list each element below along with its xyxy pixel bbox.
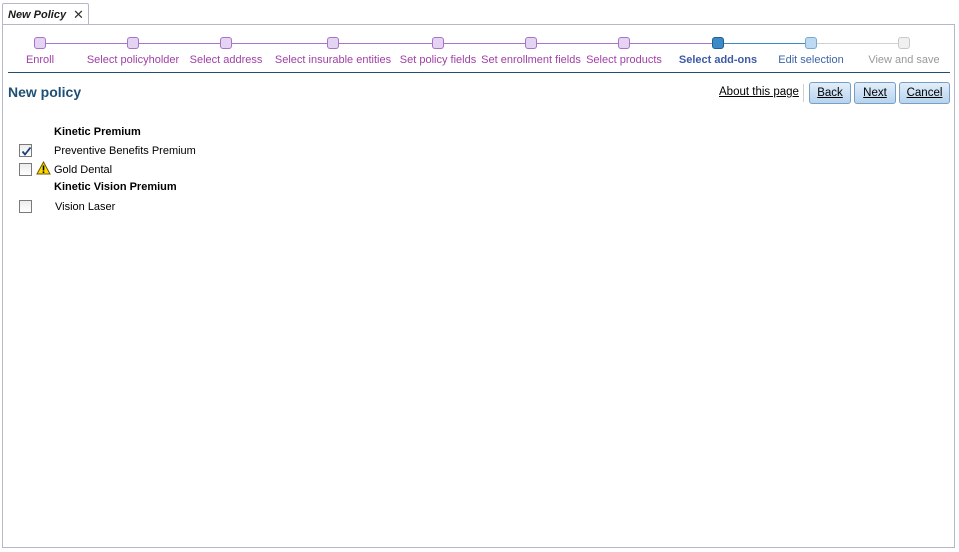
wizard-step-marker[interactable]: [34, 37, 46, 49]
wizard-step-label[interactable]: Set enrollment fields: [481, 54, 581, 66]
wizard-connector: [226, 43, 333, 44]
wizard-connector: [531, 43, 624, 44]
wizard-step-marker[interactable]: [898, 37, 910, 49]
addon-label: Vision Laser: [55, 201, 116, 213]
wizard-step-marker[interactable]: [525, 37, 537, 49]
wizard-step-marker[interactable]: [220, 37, 232, 49]
page-title: New policy: [8, 84, 82, 100]
back-button[interactable]: Back: [809, 82, 851, 104]
addon-checkbox-preventive-benefits[interactable]: [19, 144, 32, 157]
addon-checkbox-gold-dental[interactable]: [19, 163, 32, 176]
wizard-step-label[interactable]: Select address: [190, 54, 263, 66]
addon-label: Gold Dental: [54, 164, 113, 176]
toolbar-divider: [803, 84, 804, 102]
wizard-step-marker[interactable]: [432, 37, 444, 49]
wizard-connector: [811, 43, 904, 44]
next-button[interactable]: Next: [854, 82, 896, 104]
wizard-step-label[interactable]: Select add-ons: [679, 54, 757, 66]
wizard-step-label[interactable]: Set policy fields: [400, 54, 476, 66]
wizard-step-label[interactable]: View and save: [868, 54, 939, 66]
about-this-page-link[interactable]: About this page: [719, 86, 799, 98]
wizard-steps: Enroll Select policyholder Select address S…: [3, 25, 954, 73]
wizard-connector: [40, 43, 133, 44]
cancel-button[interactable]: Cancel: [899, 82, 950, 104]
tab-strip: New Policy ✕: [0, 0, 959, 25]
checkmark-icon: [21, 146, 32, 156]
tab-new-policy[interactable]: New Policy ✕: [2, 3, 89, 25]
wizard-connector: [133, 43, 226, 44]
wizard-connector: [333, 43, 438, 44]
next-button-label: Next: [863, 87, 887, 99]
header-divider: [8, 72, 950, 73]
warning-icon: [36, 161, 51, 175]
wizard-connector: [624, 43, 718, 44]
wizard-connector: [718, 43, 811, 44]
wizard-step-label[interactable]: Select insurable entities: [275, 54, 391, 66]
addon-checkbox-vision-laser[interactable]: [19, 200, 32, 213]
back-button-label: Back: [817, 87, 843, 99]
group-title: Kinetic Vision Premium: [54, 181, 177, 193]
close-icon[interactable]: ✕: [73, 7, 84, 23]
wizard-panel: Enroll Select policyholder Select address S…: [2, 24, 955, 548]
addon-label: Preventive Benefits Premium: [54, 145, 196, 157]
wizard-step-label[interactable]: Select products: [586, 54, 662, 66]
wizard-step-label[interactable]: Enroll: [26, 54, 54, 66]
wizard-step-label[interactable]: Select policyholder: [87, 54, 179, 66]
wizard-step-marker[interactable]: [805, 37, 817, 49]
wizard-step-marker[interactable]: [712, 37, 724, 49]
wizard-step-marker[interactable]: [327, 37, 339, 49]
wizard-connector: [438, 43, 531, 44]
tab-title: New Policy: [8, 9, 67, 21]
wizard-step-marker[interactable]: [618, 37, 630, 49]
cancel-button-label: Cancel: [906, 87, 943, 99]
group-title: Kinetic Premium: [54, 126, 141, 138]
wizard-step-marker[interactable]: [127, 37, 139, 49]
wizard-step-label[interactable]: Edit selection: [778, 54, 843, 66]
